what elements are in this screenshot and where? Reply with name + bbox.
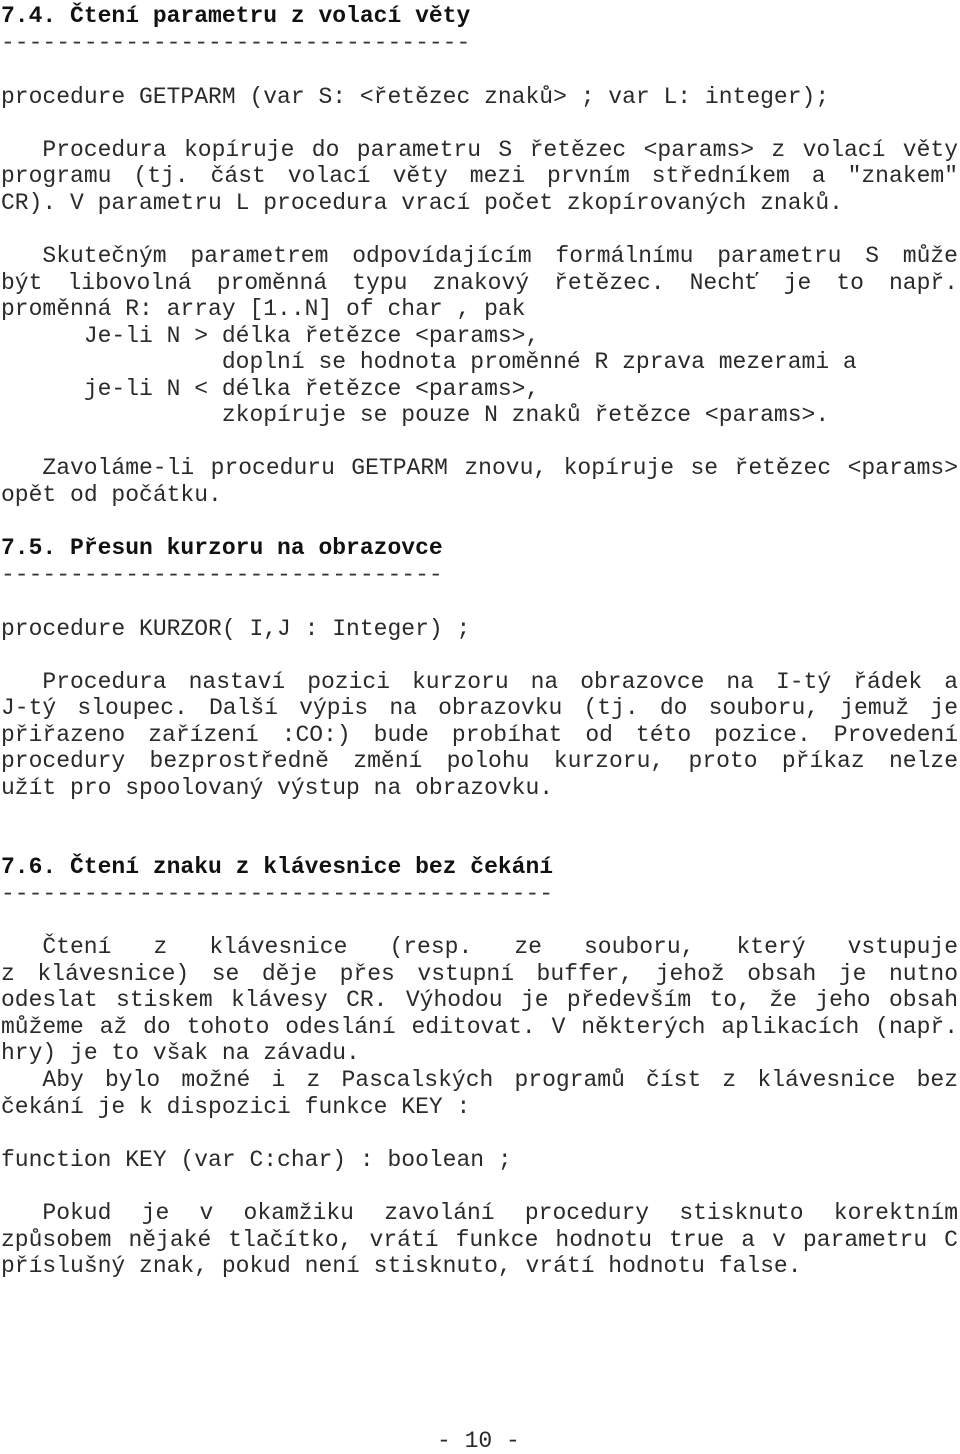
paragraph-line: Čtení z klávesnice (resp. ze souboru, kt… xyxy=(42,934,958,960)
paragraph-line: programu (tj. část volací věty mezi prvn… xyxy=(1,163,958,189)
section-heading-7-4: 7.4. Čtení parametru z volací věty xyxy=(1,3,471,29)
procedure-signature: procedure GETPARM (var S: <řetězec znaků… xyxy=(1,84,830,110)
paragraph-line: hry) je to však na závadu. xyxy=(1,1040,360,1066)
paragraph-line: Skutečným parametrem odpovídajícím formá… xyxy=(42,243,958,269)
paragraph-line: Procedura nastaví pozici kurzoru na obra… xyxy=(42,669,958,695)
paragraph-line: je-li N < délka řetězce <params>, xyxy=(1,376,540,402)
section-heading-7-5: 7.5. Přesun kurzoru na obrazovce xyxy=(1,535,443,561)
paragraph-line: Aby bylo možné i z Pascalských programů … xyxy=(42,1067,958,1093)
paragraph-line: užít pro spoolovaný výstup na obrazovku. xyxy=(1,775,554,801)
procedure-signature: procedure KURZOR( I,J : Integer) ; xyxy=(1,616,471,642)
paragraph-line: přiřazeno zařízení :CO:) bude probíhat o… xyxy=(1,722,958,748)
paragraph-line: Procedura kopíruje do parametru S řetěze… xyxy=(42,137,958,163)
paragraph-line: způsobem nějaké tlačítko, vrátí funkce h… xyxy=(1,1227,958,1253)
paragraph-line: příslušný znak, pokud není stisknuto, vr… xyxy=(1,1253,802,1279)
paragraph-line: můžeme až do tohoto odeslání editovat. V… xyxy=(1,1014,958,1040)
paragraph-line: odeslat stiskem klávesy CR. Výhodou je p… xyxy=(1,987,958,1013)
paragraph-line: proměnná R: array [1..N] of char , pak xyxy=(1,296,526,322)
heading-underline: ---------------------------------------- xyxy=(1,881,554,907)
section-heading-7-6: 7.6. Čtení znaku z klávesnice bez čekání xyxy=(1,854,554,880)
heading-underline: ---------------------------------- xyxy=(1,30,471,56)
paragraph-line: Pokud je v okamžiku zavolání procedury s… xyxy=(42,1200,958,1226)
paragraph-line: J-tý sloupec. Další výpis na obrazovku (… xyxy=(1,695,958,721)
paragraph-line: být libovolná proměnná typu znakový řetě… xyxy=(1,270,958,296)
paragraph-line: Je-li N > délka řetězce <params>, xyxy=(1,323,540,349)
paragraph-line: z klávesnice) se děje přes vstupní buffe… xyxy=(1,961,958,987)
paragraph-line: zkopíruje se pouze N znaků řetězce <para… xyxy=(1,402,830,428)
paragraph-line: procedury bezprostředně změní polohu kur… xyxy=(1,748,958,774)
paragraph-line: opět od počátku. xyxy=(1,482,222,508)
paragraph-line: CR). V parametru L procedura vrací počet… xyxy=(1,190,843,216)
heading-underline: -------------------------------- xyxy=(1,562,443,588)
paragraph-line: doplní se hodnota proměnné R zprava meze… xyxy=(1,349,857,375)
function-signature: function KEY (var C:char) : boolean ; xyxy=(1,1147,512,1173)
paragraph-line: čekání je k dispozici funkce KEY : xyxy=(1,1094,471,1120)
page-number: - 10 - xyxy=(437,1428,520,1454)
paragraph-line: Zavoláme-li proceduru GETPARM znovu, kop… xyxy=(42,455,958,481)
